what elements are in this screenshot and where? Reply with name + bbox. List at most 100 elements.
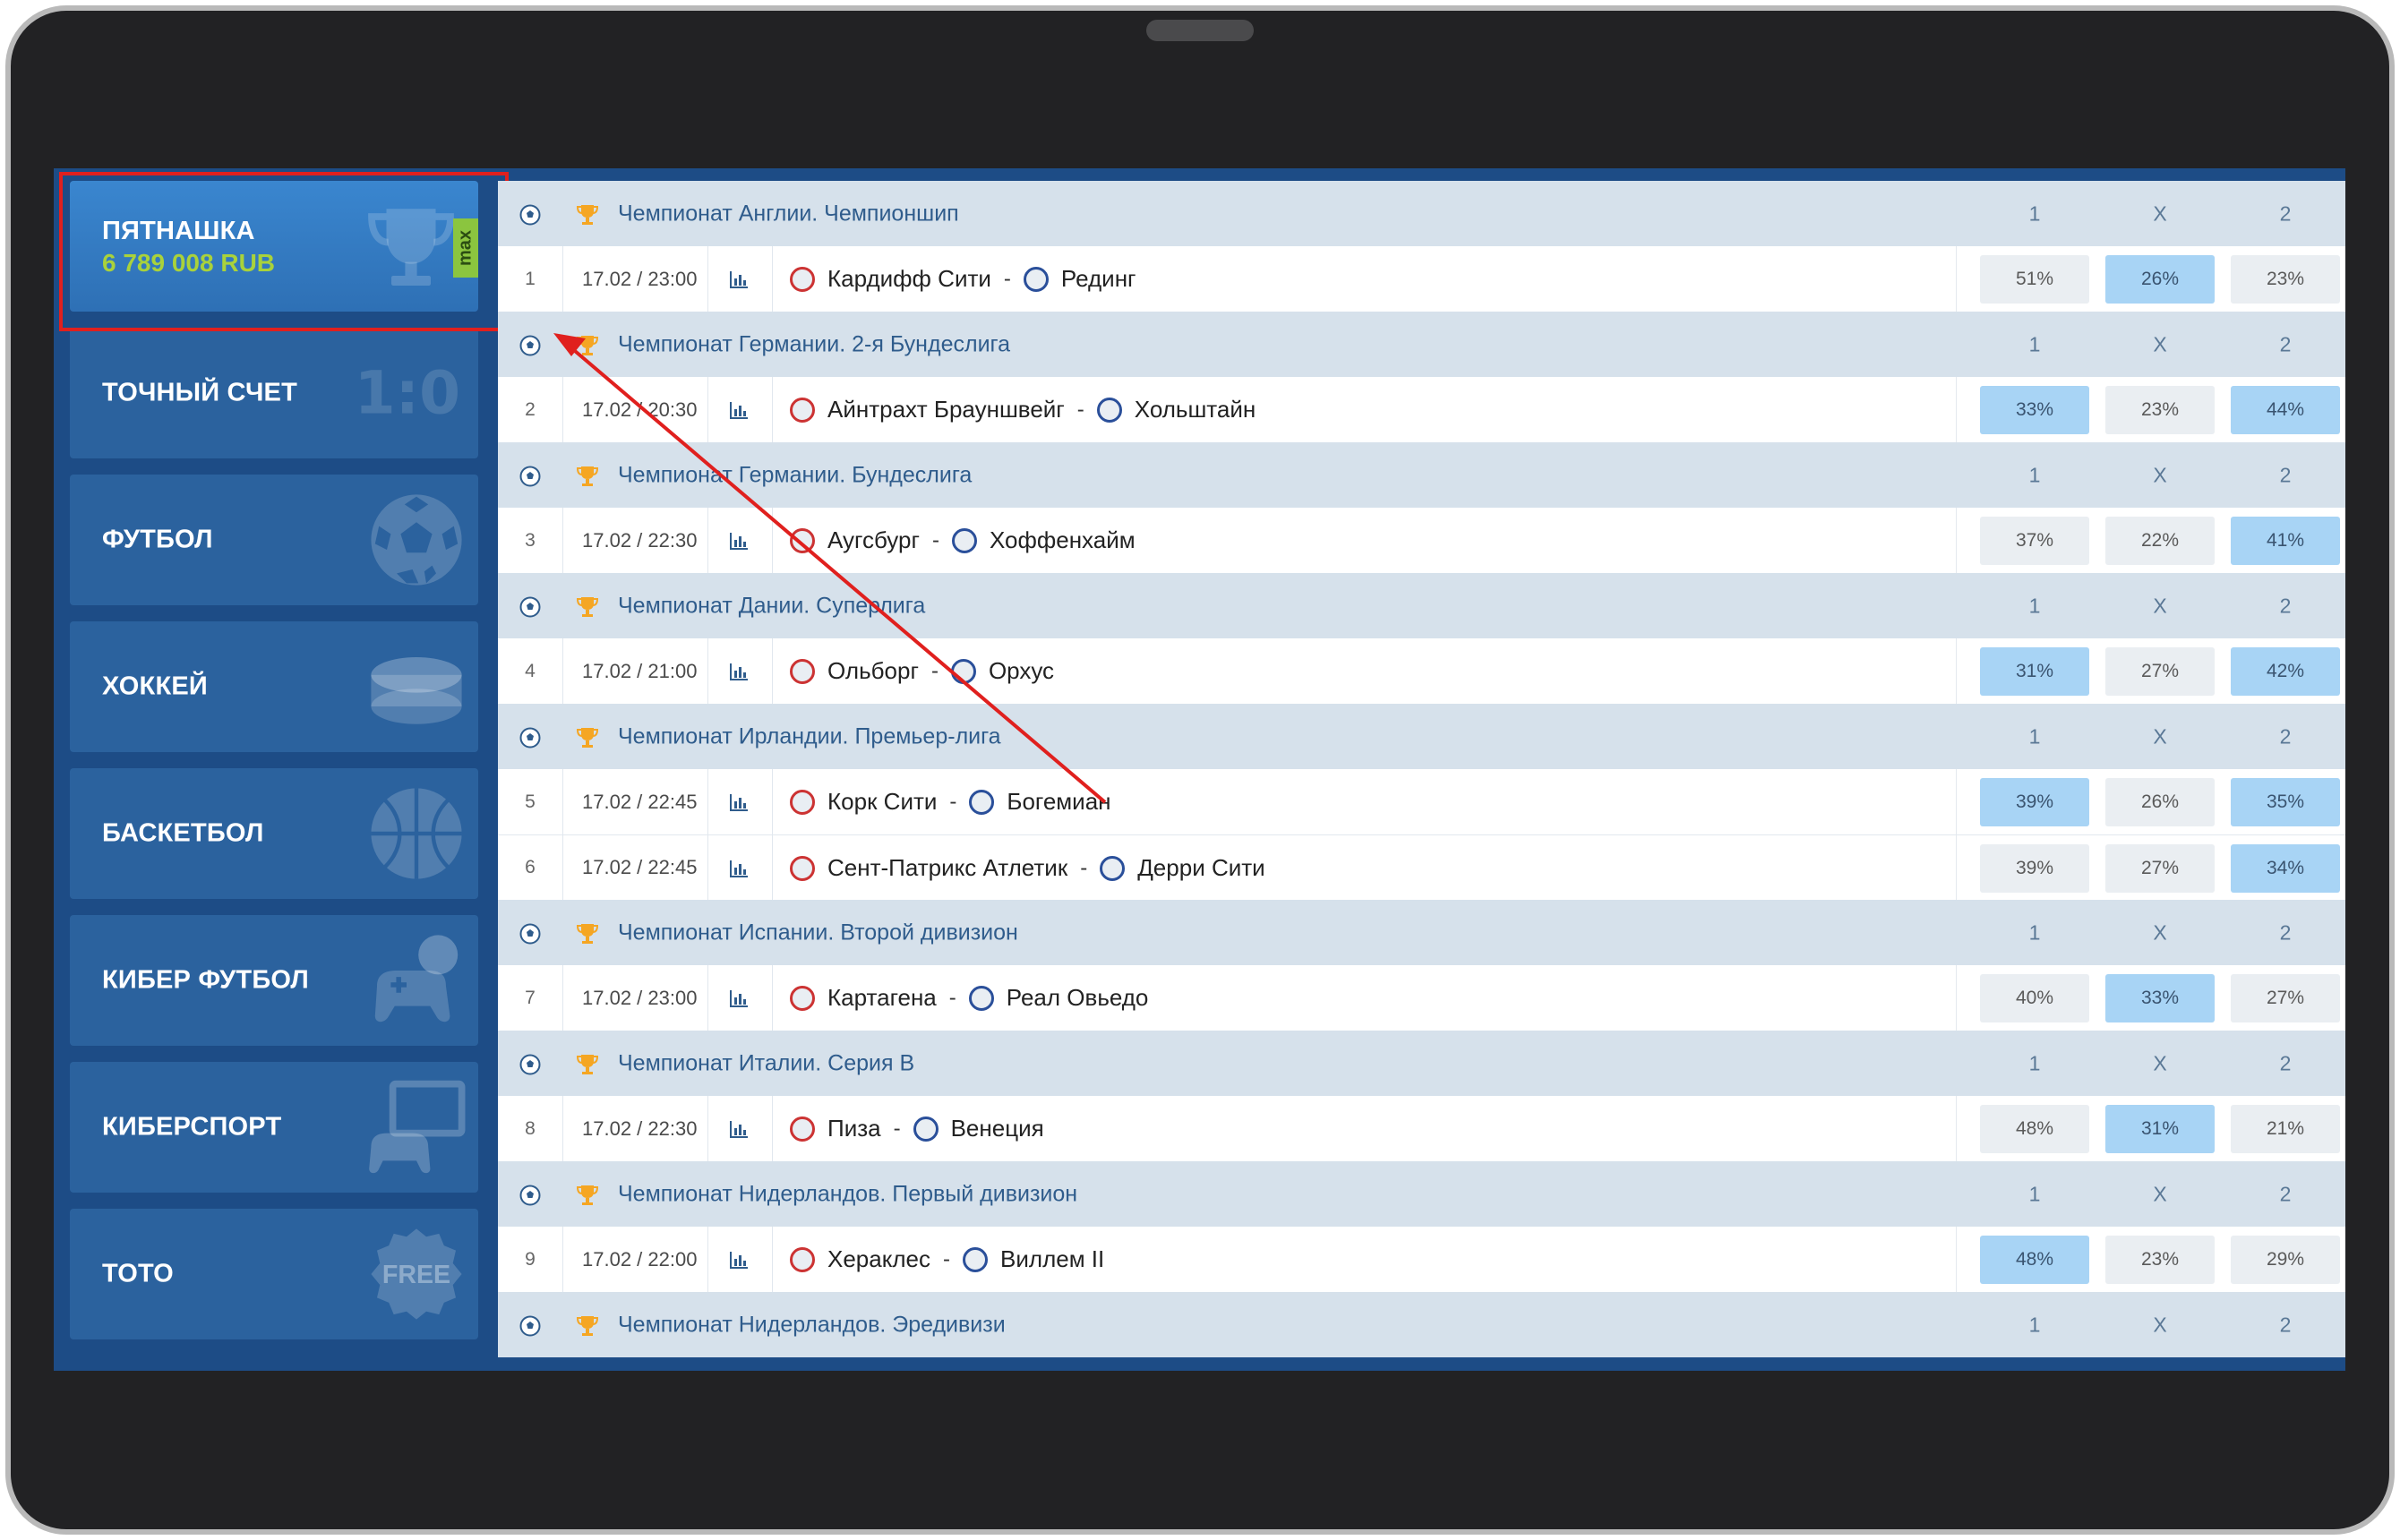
match-number: 3	[525, 529, 536, 551]
odds-column-header: 1	[2028, 332, 2041, 355]
stats-chart-icon[interactable]	[729, 1119, 749, 1139]
home-team-name: Ольборг	[827, 657, 919, 684]
stats-chart-icon[interactable]	[729, 400, 749, 420]
odds-column-header: X	[2153, 1182, 2167, 1205]
match-teams[interactable]: Аугсбург - Хоффенхайм	[790, 508, 1136, 573]
match-teams[interactable]: Хераклес - Виллем II	[790, 1227, 1104, 1292]
stats-chart-icon[interactable]	[729, 270, 749, 289]
match-teams[interactable]: Кардифф Сити - Рединг	[790, 246, 1136, 312]
prediction-cell[interactable]: 26%	[2105, 255, 2215, 304]
team-separator: -	[930, 658, 939, 683]
trophy-icon	[577, 336, 598, 355]
sidebar-item-esports[interactable]: КИБЕРСПОРТ	[70, 1062, 478, 1193]
match-teams[interactable]: Корк Сити - Богемиан	[790, 769, 1111, 834]
sidebar-item-basketball[interactable]: БАСКЕТБОЛ	[70, 768, 478, 899]
prediction-cell[interactable]: 23%	[2105, 1236, 2215, 1284]
prediction-cell[interactable]: 33%	[1980, 386, 2089, 434]
match-number: 8	[525, 1117, 536, 1139]
league-name[interactable]: Чемпионат Германии. Бундеслига	[618, 462, 972, 488]
odds-column-header: X	[2153, 1313, 2167, 1336]
league-name[interactable]: Чемпионат Нидерландов. Эредивизи	[618, 1312, 1006, 1338]
team-separator: -	[949, 789, 957, 814]
prediction-cell[interactable]: 31%	[2105, 1105, 2215, 1153]
league-name[interactable]: Чемпионат Нидерландов. Первый дивизион	[618, 1181, 1077, 1207]
match-teams[interactable]: Сент-Патрикс Атлетик - Дерри Сити	[790, 835, 1265, 901]
trophy-icon	[577, 924, 598, 944]
prediction-cell[interactable]: 27%	[2231, 974, 2340, 1022]
prediction-cell[interactable]: 27%	[2105, 647, 2215, 696]
prediction-cell[interactable]: 29%	[2231, 1236, 2340, 1284]
soccer-ball-icon	[519, 204, 541, 226]
league-name[interactable]: Чемпионат Ирландии. Премьер-лига	[618, 723, 1001, 749]
odds-column-header: X	[2153, 1051, 2167, 1074]
trophy-icon	[577, 1185, 598, 1205]
sidebar-item-hockey[interactable]: ХОККЕЙ	[70, 621, 478, 752]
odds-column-header: 1	[2028, 594, 2041, 617]
prediction-cell[interactable]: 44%	[2231, 386, 2340, 434]
sidebar-item-cyber-football[interactable]: КИБЕР ФУТБОЛ	[70, 915, 478, 1046]
odds-column-header: 2	[2279, 920, 2292, 944]
sidebar-item-jackpot[interactable]: ПЯТНАШКА 6 789 008 RUB max	[70, 181, 478, 312]
trophy-icon	[577, 1316, 598, 1336]
prediction-cell[interactable]: 27%	[2105, 844, 2215, 893]
jackpot-label: ПЯТНАШКА	[102, 217, 255, 245]
prediction-cell[interactable]: 39%	[1980, 778, 2089, 826]
match-number: 7	[525, 987, 536, 1008]
divider	[707, 246, 708, 312]
divider	[772, 377, 773, 442]
stats-chart-icon[interactable]	[729, 988, 749, 1008]
prediction-cell[interactable]: 37%	[1980, 517, 2089, 565]
away-team-logo	[1096, 397, 1122, 423]
divider	[707, 965, 708, 1031]
divider	[1956, 638, 1957, 704]
stats-chart-icon[interactable]	[729, 859, 749, 878]
prediction-cell[interactable]: 39%	[1980, 844, 2089, 893]
stats-chart-icon[interactable]	[729, 662, 749, 681]
prediction-cell[interactable]: 26%	[2105, 778, 2215, 826]
prediction-cell[interactable]: 23%	[2231, 255, 2340, 304]
prediction-cell[interactable]: 23%	[2105, 386, 2215, 434]
stats-chart-icon[interactable]	[729, 1250, 749, 1270]
league-name[interactable]: Чемпионат Дании. Суперлига	[618, 593, 925, 619]
league-name[interactable]: Чемпионат Германии. 2-я Бундеслига	[618, 331, 1010, 357]
match-teams[interactable]: Пиза - Венеция	[790, 1096, 1044, 1161]
stats-chart-icon[interactable]	[729, 792, 749, 812]
prediction-cell[interactable]: 51%	[1980, 255, 2089, 304]
match-row: 4 17.02 / 21:00 Ольборг - Орхус 31% 27% 42%	[498, 638, 2345, 704]
match-time: 17.02 / 22:45	[582, 790, 698, 813]
divider	[562, 769, 563, 834]
prediction-cell[interactable]: 34%	[2231, 844, 2340, 893]
prediction-cell[interactable]: 48%	[1980, 1236, 2089, 1284]
sidebar-item-label: ТОЧНЫЙ СЧЕТ	[102, 378, 298, 407]
prediction-cell[interactable]: 22%	[2105, 517, 2215, 565]
odds-column-header: X	[2153, 724, 2167, 748]
prediction-cell[interactable]: 21%	[2231, 1105, 2340, 1153]
match-teams[interactable]: Картагена - Реал Овьедо	[790, 965, 1148, 1031]
prediction-cell[interactable]: 42%	[2231, 647, 2340, 696]
home-team-name: Хераклес	[827, 1245, 931, 1272]
prediction-cell[interactable]: 40%	[1980, 974, 2089, 1022]
league-name[interactable]: Чемпионат Англии. Чемпионшип	[618, 201, 959, 227]
sidebar-item-toto[interactable]: ТОТО FREE	[70, 1209, 478, 1339]
sidebar-item-football[interactable]: ФУТБОЛ	[70, 475, 478, 605]
stats-chart-icon[interactable]	[729, 531, 749, 551]
prediction-cell[interactable]: 41%	[2231, 517, 2340, 565]
prediction-cell[interactable]: 33%	[2105, 974, 2215, 1022]
soccer-ball-icon	[519, 335, 541, 356]
sidebar-item-exact-score[interactable]: ТОЧНЫЙ СЧЕТ 1:0	[70, 328, 478, 458]
league-name[interactable]: Чемпионат Италии. Серия B	[618, 1050, 914, 1076]
prediction-cell[interactable]: 35%	[2231, 778, 2340, 826]
match-time: 17.02 / 20:30	[582, 398, 698, 421]
free-badge-icon: FREE	[371, 1228, 462, 1320]
monitor-gamepad-icon	[369, 1080, 466, 1174]
trophy-cup-icon	[368, 209, 454, 286]
home-team-name: Картагена	[827, 984, 937, 1011]
prediction-cell[interactable]: 48%	[1980, 1105, 2089, 1153]
match-teams[interactable]: Айнтрахт Брауншвейг - Хольштайн	[790, 377, 1256, 442]
league-name[interactable]: Чемпионат Испании. Второй дивизион	[618, 920, 1018, 945]
divider	[562, 638, 563, 704]
divider	[707, 638, 708, 704]
prediction-cell[interactable]: 31%	[1980, 647, 2089, 696]
match-teams[interactable]: Ольборг - Орхус	[790, 638, 1054, 704]
odds-column-header: 1	[2028, 1313, 2041, 1336]
